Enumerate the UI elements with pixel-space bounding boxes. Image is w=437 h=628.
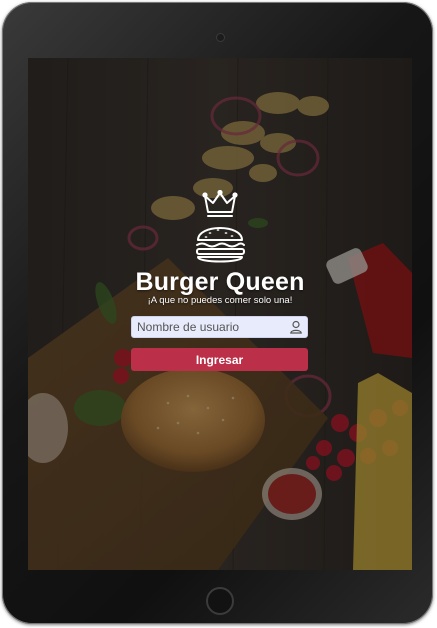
camera-icon: [216, 33, 225, 42]
home-button[interactable]: [206, 587, 234, 615]
tablet-device-frame: Burger Queen ¡A que no puedes comer solo…: [2, 2, 433, 624]
app-screen: Burger Queen ¡A que no puedes comer solo…: [28, 58, 412, 570]
dark-overlay: [28, 58, 412, 570]
brand-tagline: ¡A que no puedes comer solo una!: [147, 295, 293, 306]
username-field[interactable]: [131, 316, 308, 338]
logo: [28, 190, 412, 268]
username-input[interactable]: [137, 317, 287, 337]
user-icon: [290, 320, 302, 334]
brand-title: Burger Queen: [135, 268, 305, 296]
login-button[interactable]: Ingresar: [131, 348, 308, 371]
burger-crown-icon: [196, 190, 245, 263]
